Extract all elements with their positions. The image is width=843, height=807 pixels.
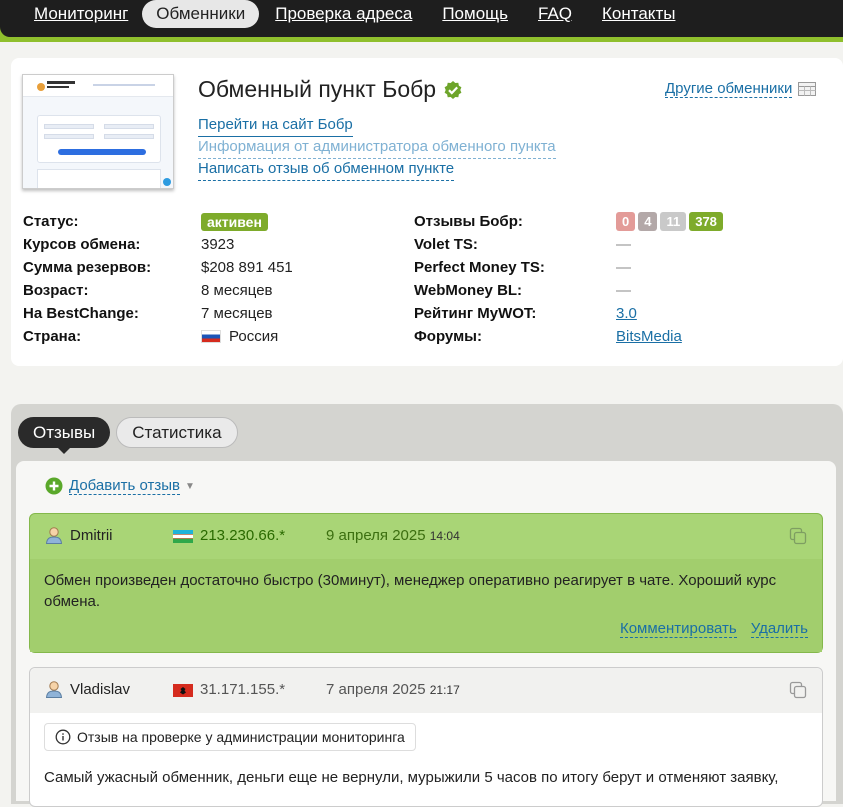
admin-info-link[interactable]: Информация от администратора обменного п… — [198, 136, 556, 159]
uzbekistan-flag-icon — [173, 530, 193, 543]
info-values-left: активен 3923 $208 891 451 8 месяцев 7 ме… — [201, 210, 293, 348]
page-title: Обменный пункт Бобр — [198, 76, 463, 103]
age-label: Возраст: — [23, 282, 89, 299]
delete-link[interactable]: Удалить — [750, 620, 808, 638]
chevron-down-icon[interactable]: ▼ — [185, 481, 195, 492]
country-label: Страна: — [23, 328, 82, 345]
perfect-money-label: Perfect Money TS: — [414, 259, 545, 276]
review-author: Vladislav — [70, 681, 131, 698]
info-labels-right: Отзывы Бобр: Volet TS: Perfect Money TS:… — [414, 210, 545, 348]
forums-label: Форумы: — [414, 328, 482, 345]
webmoney-value: — — [616, 282, 631, 299]
reserves-value: $208 891 451 — [201, 259, 293, 276]
review-header: Dmitrii 213.230.66.* 9 апреля 2025 14:04 — [30, 514, 822, 559]
other-exchangers: Другие обменники — [665, 80, 817, 98]
review-item: Dmitrii 213.230.66.* 9 апреля 2025 14:04… — [29, 513, 823, 653]
status-badge: активен — [201, 212, 268, 231]
review-body: Отзыв на проверке у администрации монито… — [30, 713, 822, 806]
add-review: Добавить отзыв ▼ — [45, 477, 195, 495]
neutral-count-badge[interactable]: 11 — [660, 212, 687, 231]
nav-address-check[interactable]: Проверка адреса — [275, 4, 412, 24]
review-author: Dmitrii — [70, 527, 113, 544]
rates-label: Курсов обмена: — [23, 236, 141, 253]
review-item: Vladislav 31.171.155.* 7 апреля 2025 21:… — [29, 667, 823, 807]
mywot-label: Рейтинг MyWOT: — [414, 305, 537, 322]
add-review-link[interactable]: Добавить отзыв — [69, 477, 180, 495]
review-date: 7 апреля 2025 21:17 — [326, 681, 460, 698]
on-bestchange-value: 7 месяцев — [201, 305, 273, 322]
moderation-notice-text: Отзыв на проверке у администрации монито… — [77, 729, 405, 745]
review-date: 9 апреля 2025 14:04 — [326, 527, 460, 544]
info-values-right: 0 4 11 378 — — — 3.0 BitsMedia — [616, 210, 723, 348]
user-icon — [45, 527, 63, 544]
review-time: 14:04 — [429, 529, 460, 543]
copy-icon[interactable] — [788, 526, 808, 546]
tab-reviews[interactable]: Отзывы — [18, 417, 111, 454]
main-nav: Мониторинг Обменники Проверка адреса Пом… — [34, 0, 705, 28]
nav-monitoring[interactable]: Мониторинг — [34, 4, 128, 24]
review-actions: Комментировать Удалить — [619, 620, 808, 638]
write-review-link[interactable]: Написать отзыв об обменном пункте — [198, 158, 455, 181]
nav-help[interactable]: Помощь — [442, 4, 508, 24]
reserves-label: Сумма резервов: — [23, 259, 152, 276]
tab-statistics[interactable]: Статистика — [116, 417, 238, 448]
exchanger-name: Обменный пункт Бобр — [198, 76, 437, 102]
info-icon — [55, 729, 71, 745]
positive-count-badge[interactable]: 378 — [689, 212, 723, 231]
complaint-count-badge[interactable]: 4 — [638, 212, 658, 231]
forums-link[interactable]: BitsMedia — [616, 328, 682, 345]
plus-circle-icon[interactable] — [45, 477, 63, 495]
nav-contacts[interactable]: Контакты — [602, 4, 675, 24]
negative-count-badge[interactable]: 0 — [616, 212, 636, 231]
moderation-notice: Отзыв на проверке у администрации монито… — [44, 723, 416, 751]
exchanger-links: Перейти на сайт Бобр Информация от админ… — [198, 114, 556, 181]
site-screenshot-thumbnail[interactable] — [22, 74, 174, 189]
albania-flag-icon — [173, 684, 193, 697]
reviews-tabs: Отзывы Статистика — [18, 417, 238, 454]
copy-icon[interactable] — [788, 680, 808, 700]
review-text: Обмен произведен достаточно быстро (30ми… — [44, 572, 777, 610]
volet-value: — — [616, 236, 631, 253]
status-label: Статус: — [23, 213, 79, 230]
on-bestchange-label: На BestChange: — [23, 305, 139, 322]
age-value: 8 месяцев — [201, 282, 273, 299]
nav-exchangers[interactable]: Обменники — [142, 0, 260, 28]
go-to-site-link[interactable]: Перейти на сайт Бобр — [198, 114, 353, 137]
comment-link[interactable]: Комментировать — [619, 620, 737, 638]
volet-label: Volet TS: — [414, 236, 478, 253]
review-text: Самый ужасный обменник, деньги еще не ве… — [44, 769, 779, 786]
table-icon[interactable] — [798, 82, 817, 96]
info-labels-left: Статус: Курсов обмена: Сумма резервов: В… — [23, 210, 151, 348]
webmoney-label: WebMoney BL: — [414, 282, 523, 299]
mywot-link[interactable]: 3.0 — [616, 305, 637, 322]
review-ip: 31.171.155.* — [200, 681, 286, 698]
review-counts: 0 4 11 378 — [616, 212, 723, 231]
user-icon — [45, 681, 63, 698]
russia-flag-icon — [201, 330, 221, 343]
reviews-label: Отзывы Бобр: — [414, 213, 523, 230]
review-header: Vladislav 31.171.155.* 7 апреля 2025 21:… — [30, 668, 822, 713]
verified-check-icon — [444, 80, 462, 99]
review-ip: 213.230.66.* — [200, 527, 286, 544]
country-value: Россия — [229, 328, 279, 345]
review-time: 21:17 — [429, 683, 460, 697]
rates-value: 3923 — [201, 236, 235, 253]
perfect-money-value: — — [616, 259, 631, 276]
nav-faq[interactable]: FAQ — [538, 4, 572, 24]
other-exchangers-link[interactable]: Другие обменники — [665, 80, 793, 98]
review-body: Обмен произведен достаточно быстро (30ми… — [30, 559, 822, 652]
